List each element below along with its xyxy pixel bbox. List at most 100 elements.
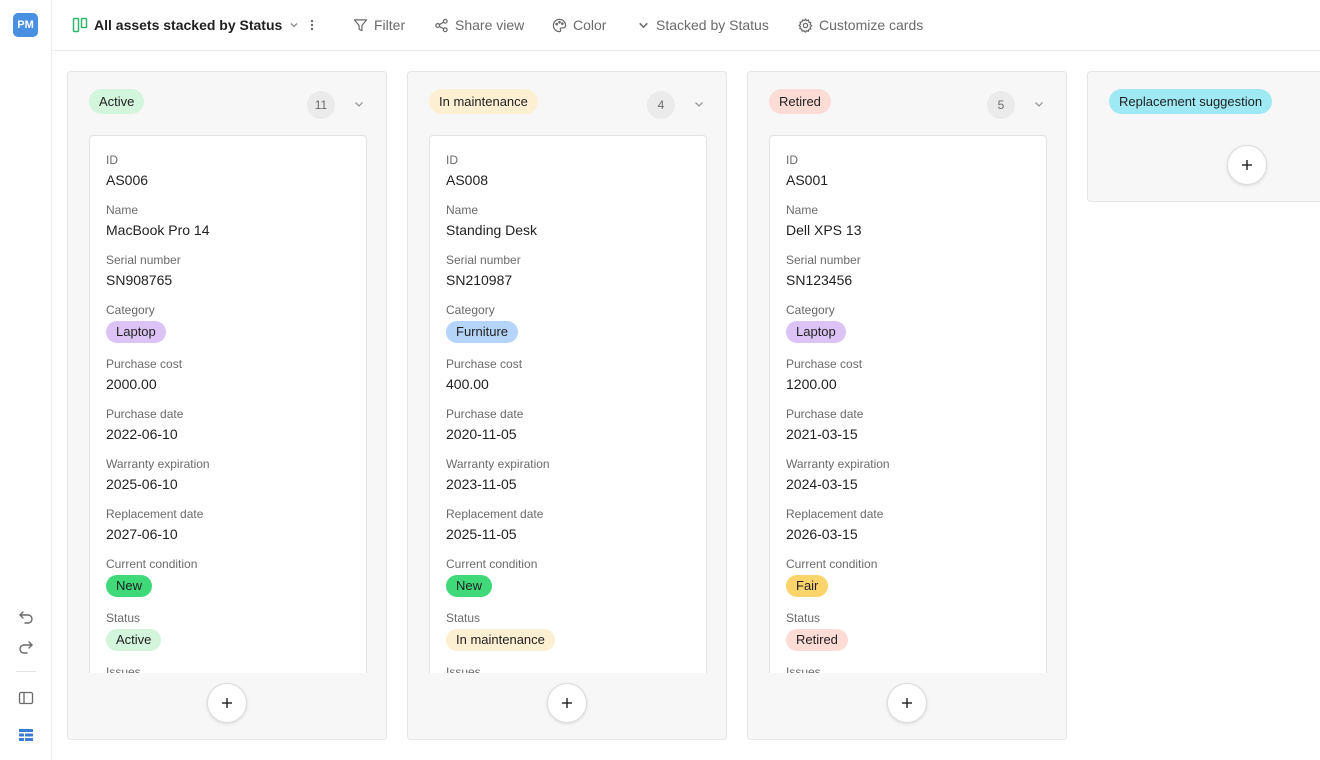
field-value: AS001 [786,172,829,188]
column-status-pill[interactable]: Active [89,89,145,114]
field-label: Purchase date [106,407,184,421]
view-name: All assets stacked by Status [94,17,283,33]
chevron-down-icon[interactable] [692,97,706,111]
field-label: Status [786,611,821,625]
column-status-pill[interactable]: In maintenance [429,89,538,114]
field-label: Serial number [786,253,861,267]
field-value: SN123456 [786,272,853,288]
undo-icon[interactable] [14,604,38,628]
status-tag: In maintenance [446,629,555,651]
filter-button[interactable]: Filter [353,14,405,36]
field-value: 2000.00 [106,376,157,392]
column-status-pill[interactable]: Retired [769,89,831,114]
field-value: SN908765 [106,272,173,288]
field-value: 2024-03-15 [786,476,858,492]
field-value: 2021-03-15 [786,426,858,442]
asset-card[interactable]: ID AS008 Name Standing Desk Serial number S… [429,135,707,673]
field-value: AS006 [106,172,149,188]
palette-icon [552,18,567,32]
customize-cards-button[interactable]: Customize cards [798,14,923,36]
column-header: Retired 5 [769,89,1046,119]
column-header: Active 11 [89,89,366,119]
field-label: Category [106,303,155,317]
field-label: Category [786,303,835,317]
plus-icon [1242,160,1252,170]
field-label: Purchase cost [106,357,183,371]
field-label: Warranty expiration [106,457,210,471]
add-card-button[interactable] [547,683,587,723]
field-label: Purchase date [786,407,864,421]
field-label: Issues [446,665,481,673]
view-toolbar: All assets stacked by Status Filter Shar… [52,0,1320,51]
kanban-board: Active 11 ID AS006 Name MacBook Pro 14 Ser… [52,51,1320,760]
asset-card[interactable]: ID AS006 Name MacBook Pro 14 Serial number… [89,135,367,673]
category-tag: Laptop [106,321,166,343]
field-label: Current condition [106,557,198,571]
field-value: 2027-06-10 [106,526,178,542]
database-view-icon[interactable] [14,723,38,747]
field-label: Issues [106,665,141,673]
field-label: Status [106,611,141,625]
column-status-pill[interactable]: Replacement suggestion [1109,89,1273,114]
add-card-button[interactable] [887,683,927,723]
field-label: Warranty expiration [786,457,890,471]
column-header: In maintenance 4 [429,89,706,119]
column-header: Replacement suggestion [1109,89,1307,117]
asset-card[interactable]: ID AS001 Name Dell XPS 13 Serial number SN1… [769,135,1047,673]
field-label: Name [786,203,819,217]
field-label: ID [106,153,118,167]
field-label: Category [446,303,495,317]
chevron-down-icon[interactable] [352,97,366,111]
field-value: 2025-06-10 [106,476,178,492]
field-label: Purchase date [446,407,524,421]
field-label: Current condition [446,557,538,571]
kanban-icon [72,17,88,33]
share-icon [435,18,448,32]
rail-divider [16,671,36,672]
status-tag: Active [106,629,162,651]
condition-tag: New [106,575,153,597]
share-view-label: Share view [455,17,525,33]
gear-icon [798,17,813,33]
left-rail: PM [0,0,52,760]
sidebar-toggle-icon[interactable] [14,686,38,710]
field-value: 2022-06-10 [106,426,178,442]
app-root: PM All assets stacked by Status Filter S… [0,0,1320,760]
column-in-maintenance: In maintenance 4 ID AS008 Name Standing De… [407,71,727,740]
column-count: 11 [307,91,335,119]
plus-icon [222,698,232,708]
view-switcher[interactable]: All assets stacked by Status [72,14,300,36]
redo-icon[interactable] [14,636,38,660]
add-card-button[interactable] [207,683,247,723]
field-value: 2026-03-15 [786,526,858,542]
chevron-down-icon[interactable] [1032,97,1046,111]
column-replacement-suggestion: Replacement suggestion [1087,71,1320,202]
field-label: Replacement date [446,507,544,521]
field-value: MacBook Pro 14 [106,222,210,238]
column-count: 5 [987,91,1015,119]
plus-icon [562,698,572,708]
field-value: 2025-11-05 [446,526,517,542]
customize-cards-label: Customize cards [819,17,924,33]
stacked-by-button[interactable]: Stacked by Status [637,14,769,36]
column-active: Active 11 ID AS006 Name MacBook Pro 14 Ser… [67,71,387,740]
plus-icon [902,698,912,708]
field-value: Dell XPS 13 [786,222,862,238]
column-retired: Retired 5 ID AS001 Name Dell XPS 13 Serial… [747,71,1067,740]
app-logo[interactable]: PM [13,13,38,37]
field-label: Issues [786,665,821,673]
field-label: Current condition [786,557,878,571]
status-tag: Retired [786,629,848,651]
field-label: ID [446,153,458,167]
color-label: Color [573,17,607,33]
field-value: 400.00 [446,376,489,392]
filter-icon [353,18,368,31]
color-button[interactable]: Color [552,14,606,36]
field-value: 1200.00 [786,376,837,392]
field-label: Name [106,203,139,217]
add-card-button[interactable] [1227,145,1267,185]
field-label: ID [786,153,798,167]
more-options-icon[interactable] [306,14,318,36]
share-view-button[interactable]: Share view [434,14,524,36]
condition-tag: New [446,575,493,597]
